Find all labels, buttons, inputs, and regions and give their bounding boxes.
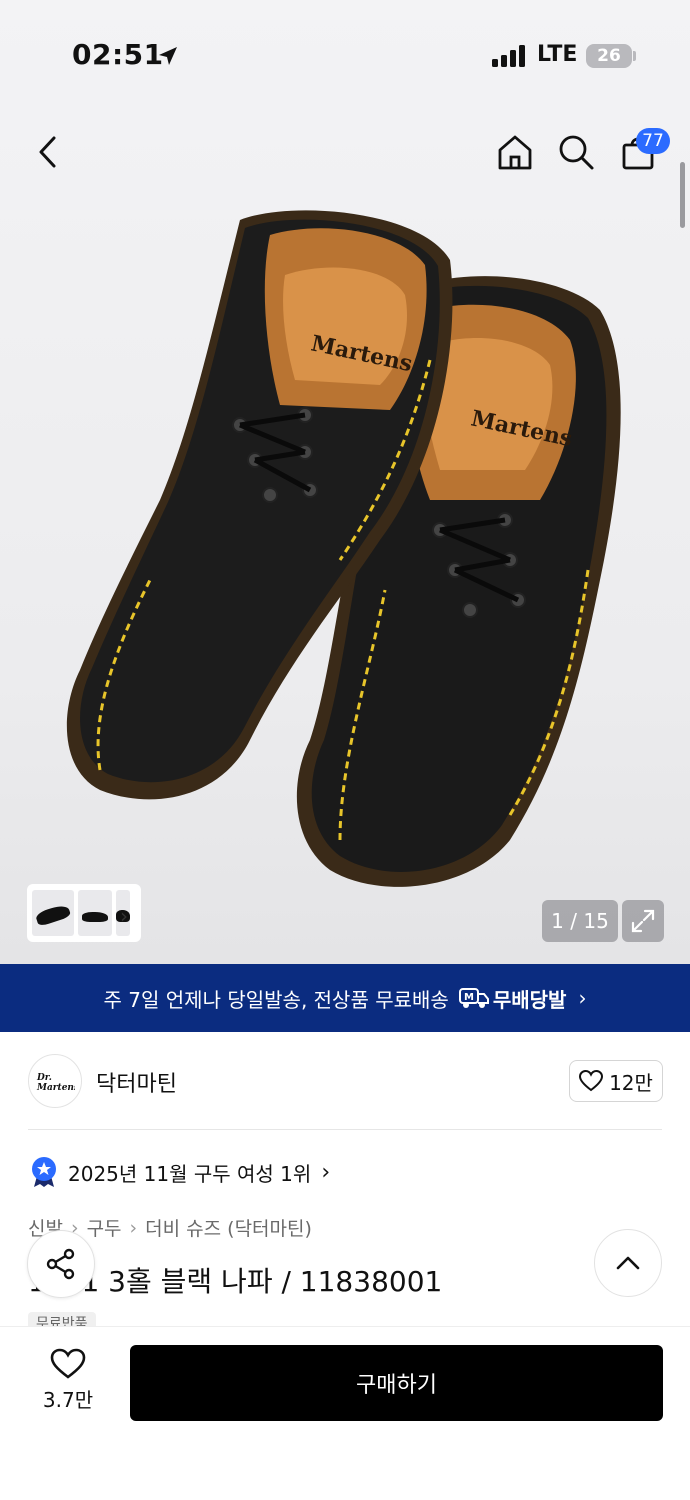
chevron-up-icon [616,1256,640,1270]
wishlist-button[interactable]: 3.7만 [30,1348,106,1420]
search-button[interactable] [554,130,598,174]
share-icon [46,1248,75,1280]
buy-button[interactable]: 구매하기 [130,1345,663,1421]
thumbnail-2[interactable] [78,890,112,936]
back-button[interactable] [26,130,70,174]
cart-count-badge: 77 [636,128,670,154]
network-type: LTE [537,42,578,67]
scrollbar[interactable] [680,162,685,228]
brand-logo[interactable]: Dr. Martens [28,1054,82,1108]
status-bar: 02:51 LTE 26 [0,0,690,110]
search-icon [559,135,594,170]
chevron-right-icon: › [578,986,587,1010]
expand-icon [631,909,655,933]
heart-icon [579,1070,604,1092]
dr-martens-logo: Dr. Martens [36,1073,75,1093]
breadcrumb-item[interactable]: 구두 [87,1214,122,1241]
divider [28,1129,662,1130]
battery-tip [633,51,636,61]
expand-button[interactable] [622,900,664,942]
svg-text:Dr.: Dr. [36,1073,52,1083]
chevron-right-icon: › [321,1159,331,1185]
image-pager: 1 / 15 [542,900,618,942]
heart-icon [50,1348,86,1379]
scroll-to-top-button[interactable] [594,1229,662,1297]
brand-like-count: 12만 [609,1070,653,1095]
banner-badge: M 무배당발 [458,984,567,1013]
home-icon [498,135,532,170]
wishlist-count: 3.7만 [42,1388,94,1412]
share-button[interactable] [27,1230,95,1298]
breadcrumb-item[interactable]: 더비 슈즈 (닥터마틴) [145,1214,312,1241]
svg-text:Martens: Martens [36,1083,75,1093]
ranking-text: 2025년 11월 구두 여성 1위 [68,1161,312,1186]
brand-like-button[interactable]: 12만 [569,1060,663,1102]
status-time: 02:51 [72,38,164,71]
thumbnail-1[interactable] [32,890,74,936]
signal-icon [492,45,525,67]
brand-name[interactable]: 닥터마틴 [96,1066,177,1098]
location-arrow-icon [159,47,177,65]
medal-icon [32,1157,56,1187]
delivery-truck-icon: M [458,988,489,1008]
chevron-right-icon[interactable]: › [120,904,128,928]
product-image-gallery[interactable]: 02:51 LTE 26 77 Martens Martens › 1 / 15 [0,0,690,964]
chevron-right-icon: › [129,1216,138,1239]
home-button[interactable] [493,130,537,174]
ranking-link[interactable]: 2025년 11월 구두 여성 1위 › [30,1156,330,1188]
product-photo: Martens Martens [66,210,621,887]
banner-badge-label: 무배당발 [492,987,567,1012]
chevron-left-icon [39,136,56,168]
free-shipping-banner[interactable]: 주 7일 언제나 당일발송, 전상품 무료배송 M 무배당발 › [0,964,690,1032]
battery-icon: 26 [586,44,632,68]
svg-text:M: M [464,992,474,1003]
banner-text: 주 7일 언제나 당일발송, 전상품 무료배송 [103,987,449,1012]
